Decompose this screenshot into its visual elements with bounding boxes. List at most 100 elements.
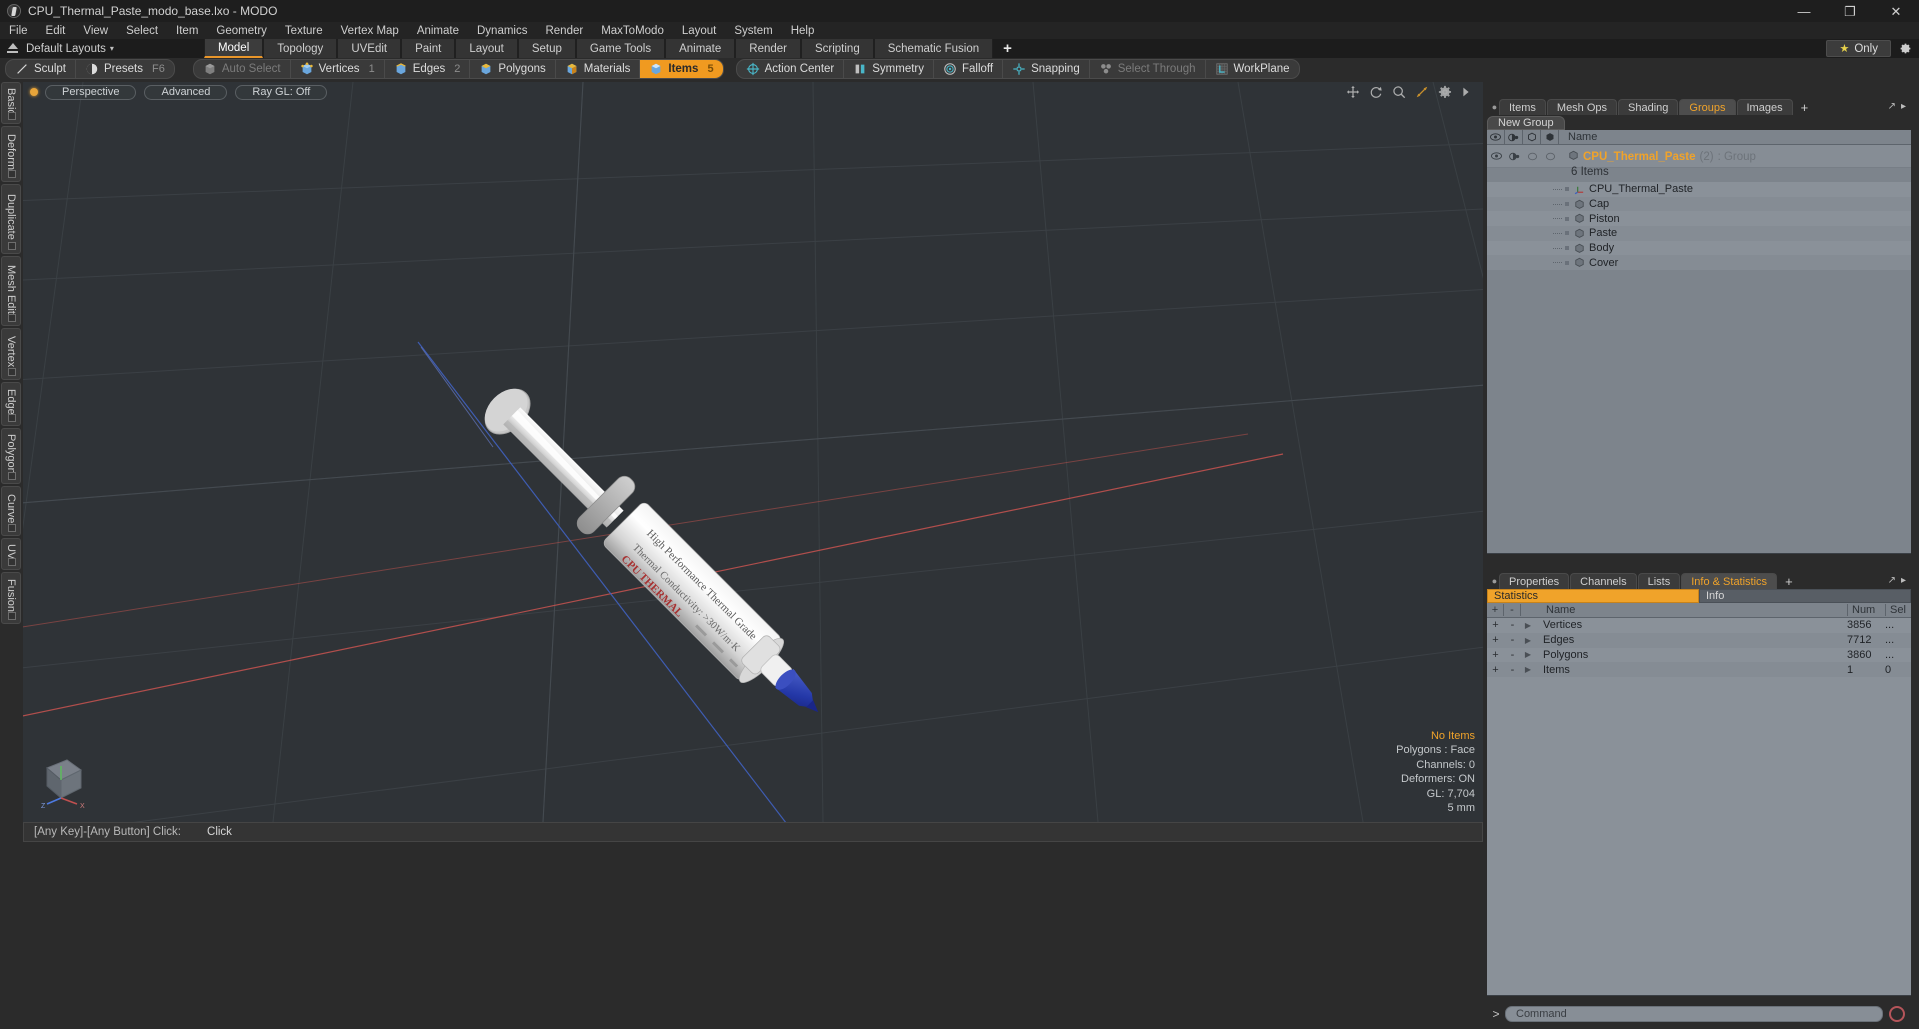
table-row[interactable]: + - ▶ Items 1 0 xyxy=(1487,662,1911,678)
left-tab-fusion[interactable]: Fusion xyxy=(1,572,21,624)
layout-tab-paint[interactable]: Paint xyxy=(401,39,456,58)
panel-menu-icon[interactable]: ● xyxy=(1487,98,1499,115)
action-center-button[interactable]: Action Center xyxy=(737,60,845,78)
polygons-button[interactable]: Polygons xyxy=(470,60,556,78)
left-tab-basic[interactable]: Basic xyxy=(1,82,21,124)
select-through-button[interactable]: Select Through xyxy=(1090,60,1206,78)
group-render-toggle[interactable] xyxy=(1505,145,1523,168)
row-add-button[interactable]: + xyxy=(1487,634,1504,646)
move-icon[interactable] xyxy=(1346,85,1360,99)
tree-item-body[interactable]: Body xyxy=(1487,240,1911,256)
sculpt-button[interactable]: Sculpt xyxy=(6,60,76,78)
render-icon[interactable] xyxy=(1505,129,1523,145)
left-tab-edge[interactable]: Edge xyxy=(1,382,21,426)
default-layouts-label[interactable]: Default Layouts xyxy=(26,43,106,55)
tab-properties[interactable]: Properties xyxy=(1499,573,1570,589)
panel-chevron-right-icon[interactable]: ▸ xyxy=(1901,101,1906,112)
row-expand-icon[interactable]: ▶ xyxy=(1521,650,1535,659)
table-row[interactable]: + - ▶ Edges 7712 ... xyxy=(1487,632,1911,648)
menu-item-geometry[interactable]: Geometry xyxy=(207,22,276,39)
group-lock-solid-toggle[interactable] xyxy=(1541,145,1559,168)
tree-item-paste[interactable]: Paste xyxy=(1487,226,1911,241)
rotate-icon[interactable] xyxy=(1369,85,1383,99)
zoom-icon[interactable] xyxy=(1392,85,1406,99)
layout-tab-uvedit[interactable]: UVEdit xyxy=(337,39,402,58)
add-info-tab-button[interactable]: + xyxy=(1778,573,1800,589)
group-row-cpu-thermal-paste[interactable]: CPU_Thermal_Paste (2) : Group xyxy=(1487,145,1911,168)
layout-tab-schematic-fusion[interactable]: Schematic Fusion xyxy=(873,39,994,58)
workplane-button[interactable]: WorkPlane xyxy=(1206,60,1299,78)
tab-images[interactable]: Images xyxy=(1736,99,1793,115)
layout-tab-game-tools[interactable]: Game Tools xyxy=(575,39,666,58)
layout-tab-render[interactable]: Render xyxy=(735,39,801,58)
layout-tab-animate[interactable]: Animate xyxy=(665,39,736,58)
close-button[interactable]: ✕ xyxy=(1873,0,1919,22)
vertices-button[interactable]: Vertices 1 xyxy=(291,60,385,78)
minimize-button[interactable]: — xyxy=(1781,0,1827,22)
tab-info-statistics[interactable]: Info & Statistics xyxy=(1681,573,1778,589)
auto-select-button[interactable]: Auto Select xyxy=(194,60,291,78)
tab-items[interactable]: Items xyxy=(1499,99,1546,115)
falloff-button[interactable]: Falloff xyxy=(934,60,1004,78)
menu-item-view[interactable]: View xyxy=(74,22,117,39)
panel-menu-icon[interactable]: ● xyxy=(1487,572,1499,589)
viewport-view-mode-button[interactable]: Perspective xyxy=(45,84,137,100)
menu-item-dynamics[interactable]: Dynamics xyxy=(468,22,536,39)
group-eye-toggle[interactable] xyxy=(1487,145,1505,168)
viewport-3d[interactable]: High Performance Thermal Grade Thermal C… xyxy=(23,82,1483,822)
edges-button[interactable]: Edges 2 xyxy=(385,60,471,78)
tree-item-cover[interactable]: Cover xyxy=(1487,255,1911,271)
menu-item-help[interactable]: Help xyxy=(782,22,824,39)
menu-item-layout[interactable]: Layout xyxy=(673,22,726,39)
left-tab-curve[interactable]: Curve xyxy=(1,486,21,536)
left-tab-deform[interactable]: Deform xyxy=(1,126,21,182)
expand-panel-icon[interactable]: ↗ xyxy=(1888,101,1896,112)
gear-icon[interactable] xyxy=(1438,85,1452,99)
table-row[interactable]: + - ▶ Polygons 3860 ... xyxy=(1487,648,1911,663)
menu-item-select[interactable]: Select xyxy=(117,22,167,39)
left-tab-mesh-edit[interactable]: Mesh Edit xyxy=(1,256,21,326)
layout-tab-setup[interactable]: Setup xyxy=(517,39,576,58)
record-circle-icon[interactable] xyxy=(1889,1006,1905,1022)
table-row[interactable]: + - ▶ Vertices 3856 ... xyxy=(1487,618,1911,633)
left-tab-uv[interactable]: UV xyxy=(1,538,21,570)
row-expand-icon[interactable]: ▶ xyxy=(1521,636,1535,645)
tab-shading[interactable]: Shading xyxy=(1618,99,1679,115)
tab-groups[interactable]: Groups xyxy=(1679,99,1736,115)
menu-item-system[interactable]: System xyxy=(725,22,781,39)
axis-gizmo[interactable]: Z X xyxy=(37,752,95,810)
items-button[interactable]: Items 5 xyxy=(640,60,723,78)
layout-tab-model[interactable]: Model xyxy=(203,39,264,58)
row-add-button[interactable]: + xyxy=(1487,664,1504,676)
menu-item-file[interactable]: File xyxy=(0,22,37,39)
row-add-button[interactable]: + xyxy=(1487,619,1504,631)
layout-tab-topology[interactable]: Topology xyxy=(263,39,338,58)
statistics-toggle-button[interactable]: Statistics xyxy=(1487,589,1699,603)
maximize-button[interactable]: ❐ xyxy=(1827,0,1873,22)
viewport-shading-button[interactable]: Advanced xyxy=(144,84,228,100)
tree-item-cap[interactable]: Cap xyxy=(1487,196,1911,212)
tree-item-piston[interactable]: Piston xyxy=(1487,211,1911,227)
tab-mesh-ops[interactable]: Mesh Ops xyxy=(1546,99,1618,115)
new-group-button[interactable]: New Group xyxy=(1487,115,1565,130)
snapping-button[interactable]: Snapping xyxy=(1003,60,1090,78)
row-remove-button[interactable]: - xyxy=(1504,619,1521,631)
eject-layouts-icon[interactable] xyxy=(6,42,19,55)
row-add-button[interactable]: + xyxy=(1487,649,1504,661)
panel-chevron-right-icon[interactable]: ▸ xyxy=(1901,575,1906,586)
menu-item-animate[interactable]: Animate xyxy=(408,22,468,39)
add-layout-tab-button[interactable]: + xyxy=(993,39,1022,58)
play-icon[interactable] xyxy=(1461,85,1475,99)
row-remove-button[interactable]: - xyxy=(1504,634,1521,646)
left-tab-vertex[interactable]: Vertex xyxy=(1,328,21,380)
menu-item-maxtomodo[interactable]: MaxToModo xyxy=(592,22,673,39)
lock-solid-icon[interactable] xyxy=(1541,129,1559,145)
menu-item-vertex-map[interactable]: Vertex Map xyxy=(332,22,408,39)
symmetry-button[interactable]: Symmetry xyxy=(844,60,934,78)
viewport-raygl-button[interactable]: Ray GL: Off xyxy=(235,84,328,100)
gear-icon[interactable] xyxy=(1891,42,1919,55)
materials-button[interactable]: Materials xyxy=(556,60,641,78)
row-expand-icon[interactable]: ▶ xyxy=(1521,665,1535,674)
eye-icon[interactable] xyxy=(1487,129,1505,145)
lock-outline-icon[interactable] xyxy=(1523,129,1541,145)
